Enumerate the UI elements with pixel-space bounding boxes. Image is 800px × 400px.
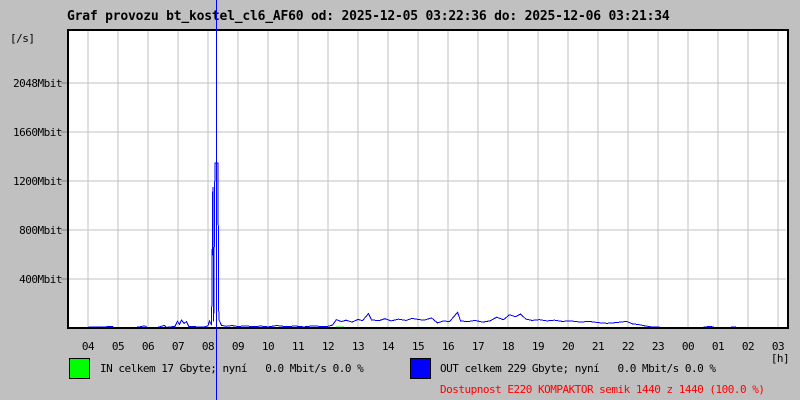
series-line-in	[69, 326, 789, 329]
x-tick-label: 00	[681, 340, 695, 353]
plot-frame	[67, 29, 789, 329]
mrtg-traffic-graph-page: Graf provozu bt_kostel_cl6_AF60 od: 2025…	[0, 0, 800, 400]
x-tick-label: 11	[291, 340, 305, 353]
out-legend-swatch	[410, 358, 431, 379]
x-tick-label: 18	[501, 340, 515, 353]
x-tick-label: 14	[381, 340, 395, 353]
y-tick-label: 1660Mbit	[13, 126, 62, 139]
x-tick-label: 20	[561, 340, 575, 353]
x-tick-label: 19	[531, 340, 545, 353]
graph-title: Graf provozu bt_kostel_cl6_AF60 od: 2025…	[67, 9, 670, 24]
y-tick-label: 800Mbit	[19, 224, 62, 237]
y-axis-unit: [/s]	[10, 32, 35, 45]
y-tick-label: 1200Mbit	[13, 175, 62, 188]
x-tick-label: 05	[111, 340, 125, 353]
x-tick-label: 01	[711, 340, 725, 353]
out-legend-label: OUT celkem 229 Gbyte; nyní 0.0 Mbit/s 0.…	[440, 362, 716, 375]
x-tick-label: 10	[261, 340, 275, 353]
plot-area-background	[69, 31, 788, 328]
x-tick-label: 04	[81, 340, 95, 353]
x-tick-label: 22	[621, 340, 635, 353]
x-tick-label: 09	[231, 340, 245, 353]
x-tick-label: 06	[141, 340, 155, 353]
series-lines	[69, 162, 789, 329]
availability-text: Dostupnost E220 KOMPAKTOR semik 1440 z 1…	[440, 383, 765, 396]
x-tick-label: 08	[201, 340, 215, 353]
in-legend-label: IN celkem 17 Gbyte; nyní 0.0 Mbit/s 0.0 …	[100, 362, 364, 375]
x-tick-label: 07	[171, 340, 185, 353]
x-tick-label: 13	[351, 340, 365, 353]
x-axis-unit: [h]	[770, 352, 790, 365]
y-tick-label: 2048Mbit	[13, 77, 62, 90]
in-legend-swatch	[69, 358, 90, 379]
x-tick-label: 21	[591, 340, 605, 353]
x-tick-label: 02	[741, 340, 755, 353]
x-tick-label: 15	[411, 340, 425, 353]
x-tick-label: 12	[321, 340, 335, 353]
series-line-out	[69, 162, 789, 329]
y-tick-label: 400Mbit	[19, 273, 62, 286]
x-tick-label: 16	[441, 340, 455, 353]
x-tick-label: 23	[651, 340, 665, 353]
x-tick-label: 17	[471, 340, 485, 353]
gridlines	[61, 31, 786, 328]
